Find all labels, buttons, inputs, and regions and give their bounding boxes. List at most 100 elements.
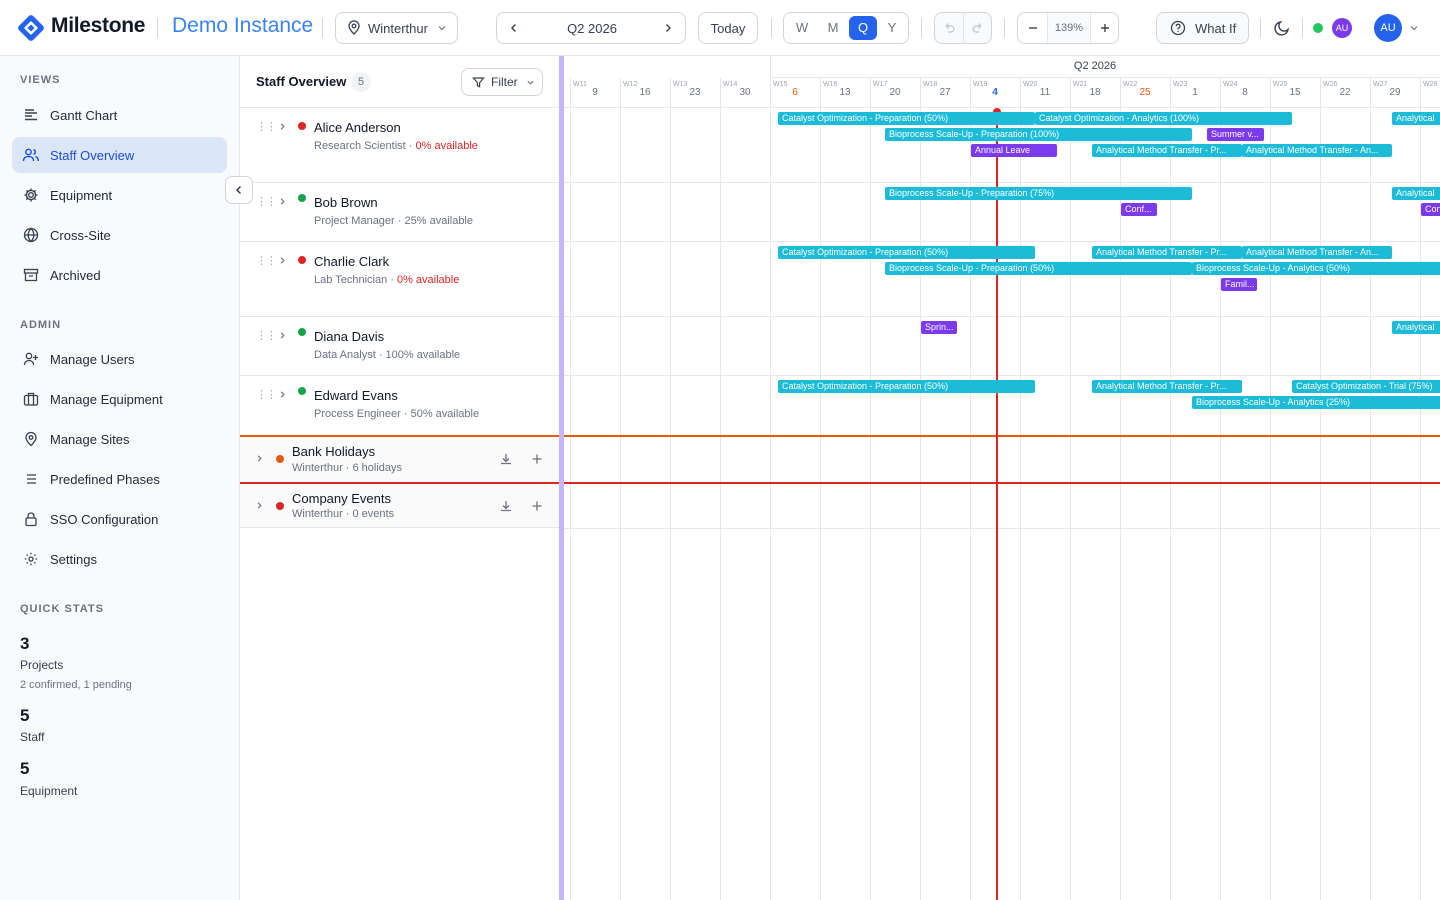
- header-divider: [1302, 18, 1303, 38]
- assignment-bar[interactable]: Catalyst Optimization - Preparation (50%…: [778, 380, 1035, 393]
- chevron-right-icon[interactable]: [278, 256, 287, 265]
- absence-bar[interactable]: Famil...: [1221, 278, 1257, 291]
- staff-row[interactable]: ⋮⋮ Alice Anderson Research Scientist · 0…: [240, 108, 560, 183]
- absence-bar[interactable]: Con: [1421, 203, 1440, 216]
- chevron-right-icon[interactable]: [255, 501, 264, 510]
- absence-bar[interactable]: Summer v...: [1207, 128, 1264, 141]
- assignment-bar[interactable]: Analytical: [1392, 112, 1440, 125]
- week-gridline: [670, 78, 671, 900]
- stat-projects-value: 3: [20, 634, 30, 653]
- sidebar-item-gantt-chart[interactable]: Gantt Chart: [12, 97, 227, 133]
- sidebar-item-archived[interactable]: Archived: [12, 257, 227, 293]
- zoom-in-icon[interactable]: [1099, 22, 1111, 34]
- moon-icon[interactable]: [1273, 19, 1291, 37]
- sidebar-item-staff-overview[interactable]: Staff Overview: [12, 137, 227, 173]
- redo-icon[interactable]: [971, 21, 985, 35]
- week-gridline: [1270, 78, 1271, 900]
- drag-handle-icon[interactable]: ⋮⋮: [256, 120, 277, 133]
- sidebar-item-manage-equipment[interactable]: Manage Equipment: [12, 381, 227, 417]
- week-start-day: 16: [639, 87, 651, 98]
- chevron-right-icon[interactable]: [662, 22, 674, 34]
- chevron-right-icon[interactable]: [255, 454, 264, 463]
- sidebar-item-label: SSO Configuration: [50, 511, 159, 527]
- staff-row[interactable]: ⋮⋮ Charlie Clark Lab Technician · 0% ava…: [240, 242, 560, 317]
- row-divider: [564, 241, 1440, 242]
- sidebar-item-settings[interactable]: Settings: [12, 541, 227, 577]
- chevron-right-icon[interactable]: [278, 197, 287, 206]
- week-start-day: 9: [592, 87, 598, 98]
- header-divider: [771, 18, 772, 38]
- location-value: Winterthur: [368, 20, 428, 36]
- undo-icon[interactable]: [942, 21, 956, 35]
- location-select[interactable]: Winterthur: [335, 12, 458, 44]
- zoom-out-icon[interactable]: [1027, 22, 1039, 34]
- sidebar-item-cross-site[interactable]: Cross-Site: [12, 217, 227, 253]
- view-mode-week[interactable]: W: [788, 16, 816, 40]
- assignment-bar[interactable]: Bioprocess Scale-Up - Preparation (50%): [885, 262, 1192, 275]
- assignment-bar[interactable]: Analytical Method Transfer - An...: [1242, 246, 1392, 259]
- chevron-right-icon[interactable]: [278, 331, 287, 340]
- map-pin-icon: [22, 430, 40, 448]
- assignment-bar[interactable]: Catalyst Optimization - Preparation (50%…: [778, 246, 1035, 259]
- staff-row[interactable]: ⋮⋮ Edward Evans Process Engineer · 50% a…: [240, 376, 560, 435]
- today-button[interactable]: Today: [698, 12, 758, 44]
- view-mode-month[interactable]: M: [819, 16, 847, 40]
- filter-button[interactable]: Filter: [461, 68, 543, 96]
- chevron-right-icon[interactable]: [278, 122, 287, 131]
- chevron-right-icon[interactable]: [278, 390, 287, 399]
- staff-row[interactable]: ⋮⋮ Bob Brown Project Manager · 25% avail…: [240, 183, 560, 242]
- staff-row[interactable]: ⋮⋮ Diana Davis Data Analyst · 100% avail…: [240, 317, 560, 376]
- chevron-down-icon[interactable]: [1409, 23, 1419, 33]
- assignment-bar[interactable]: Analytical Method Transfer - An...: [1242, 144, 1392, 157]
- gantt-timeline: Q2 2026 W11 9 W12 16 W13 23 W14 30 W15 6 W16 13 W17 2…: [564, 56, 1440, 900]
- download-icon[interactable]: [499, 452, 513, 466]
- staff-name: Charlie Clark: [314, 254, 390, 269]
- sidebar-item-manage-users[interactable]: Manage Users: [12, 341, 227, 377]
- sidebar-item-predefined-phases[interactable]: Predefined Phases: [12, 461, 227, 497]
- assignment-bar[interactable]: Bioprocess Scale-Up - Preparation (75%): [885, 187, 1192, 200]
- calendar-row-company-events[interactable]: Company Events Winterthur · 0 events: [240, 484, 560, 528]
- stat-equipment-label: Equipment: [20, 784, 78, 798]
- assignment-bar[interactable]: Analytical Method Transfer - Pr...: [1092, 144, 1242, 157]
- row-divider: [564, 182, 1440, 183]
- sidebar-item-label: Settings: [50, 551, 97, 567]
- drag-handle-icon[interactable]: ⋮⋮: [256, 329, 277, 342]
- calendar-row-bank-holidays[interactable]: Bank Holidays Winterthur · 6 holidays: [240, 437, 560, 482]
- period-navigator: Q2 2026: [496, 12, 686, 44]
- filter-icon: [472, 76, 485, 88]
- logo-icon: [18, 15, 44, 41]
- assignment-bar[interactable]: Analytical Method Transfer - Pr...: [1092, 246, 1242, 259]
- absence-bar[interactable]: Sprin...: [921, 321, 957, 334]
- chevron-left-icon: [235, 185, 242, 195]
- stat-equipment-value: 5: [20, 759, 30, 778]
- what-if-button[interactable]: What If: [1156, 12, 1249, 44]
- sidebar-item-equipment[interactable]: Equipment: [12, 177, 227, 213]
- assignment-bar[interactable]: Analytical Method Transfer - Pr...: [1092, 380, 1242, 393]
- sidebar-item-manage-sites[interactable]: Manage Sites: [12, 421, 227, 457]
- week-gridline: [1420, 78, 1421, 900]
- plus-icon[interactable]: [531, 500, 543, 512]
- assignment-bar[interactable]: Analytical: [1392, 321, 1440, 334]
- week-start-day: 11: [1039, 87, 1051, 98]
- download-icon[interactable]: [499, 499, 513, 513]
- quarter-label: Q2 2026: [1073, 60, 1117, 72]
- assignment-bar[interactable]: Catalyst Optimization - Preparation (50%…: [778, 112, 1035, 125]
- user-avatar[interactable]: AU: [1374, 14, 1402, 42]
- row-divider: [564, 316, 1440, 317]
- assignment-bar[interactable]: Catalyst Optimization - Analytics (100%): [1035, 112, 1292, 125]
- absence-bar[interactable]: Conf...: [1121, 203, 1157, 216]
- sidebar-item-sso-configuration[interactable]: SSO Configuration: [12, 501, 227, 537]
- assignment-bar[interactable]: Analytical: [1392, 187, 1440, 200]
- assignment-bar[interactable]: Bioprocess Scale-Up - Analytics (50%): [1192, 262, 1440, 275]
- drag-handle-icon[interactable]: ⋮⋮: [256, 195, 277, 208]
- drag-handle-icon[interactable]: ⋮⋮: [256, 254, 277, 267]
- drag-handle-icon[interactable]: ⋮⋮: [256, 388, 277, 401]
- assignment-bar[interactable]: Catalyst Optimization - Trial (75%): [1292, 380, 1440, 393]
- absence-bar[interactable]: Annual Leave: [971, 144, 1057, 157]
- collapse-sidebar-button[interactable]: [225, 176, 253, 204]
- plus-icon[interactable]: [531, 453, 543, 465]
- view-mode-year[interactable]: Y: [878, 16, 906, 40]
- assignment-bar[interactable]: Bioprocess Scale-Up - Analytics (25%): [1192, 396, 1440, 409]
- view-mode-quarter[interactable]: Q: [849, 16, 877, 40]
- assignment-bar[interactable]: Bioprocess Scale-Up - Preparation (100%): [885, 128, 1192, 141]
